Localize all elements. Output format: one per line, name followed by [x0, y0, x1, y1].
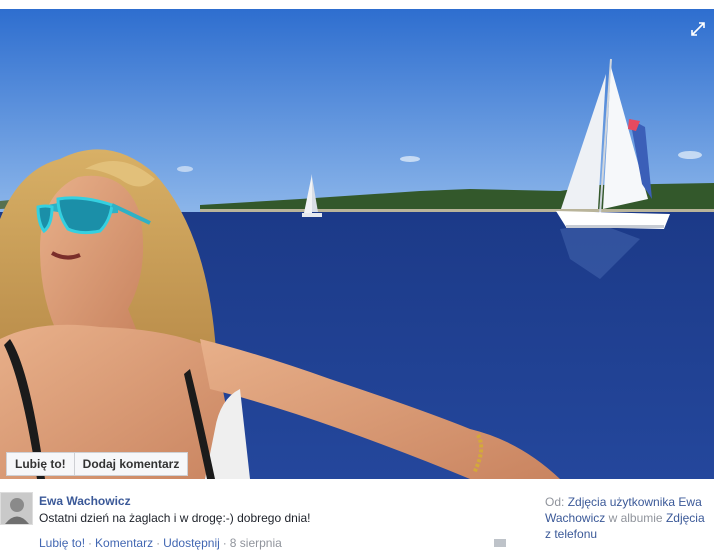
meta-separator: ·: [88, 536, 93, 550]
album-info: Od: Zdjęcia użytkownika Ewa Wachowicz w …: [545, 494, 713, 542]
avatar[interactable]: [0, 492, 33, 525]
meta-share-link[interactable]: Udostępnij: [163, 536, 220, 550]
album-in-label: w albumie: [608, 511, 663, 525]
post-footer: Ewa Wachowicz Ostatni dzień na żaglach i…: [0, 486, 714, 550]
photo-viewer[interactable]: [0, 9, 714, 479]
like-button[interactable]: Lubię to!: [6, 452, 75, 476]
meta-separator: ·: [156, 536, 161, 550]
author-name[interactable]: Ewa Wachowicz: [39, 494, 131, 508]
add-comment-button[interactable]: Dodaj komentarz: [74, 452, 189, 476]
post-date[interactable]: 8 sierpnia: [230, 536, 282, 550]
sailing-photo: [0, 9, 714, 479]
options-icon[interactable]: [494, 539, 506, 547]
meta-like-link[interactable]: Lubię to!: [39, 536, 85, 550]
expand-icon[interactable]: [690, 21, 706, 37]
post-meta: Lubię to! · Komentarz · Udostępnij · 8 sierpni…: [39, 536, 282, 550]
album-from-label: Od:: [545, 495, 565, 509]
post-caption: Ostatni dzień na żaglach i w drogę:-) do…: [39, 511, 311, 525]
meta-comment-link[interactable]: Komentarz: [95, 536, 153, 550]
photo-actions: Lubię to! Dodaj komentarz: [6, 452, 189, 476]
meta-separator: ·: [222, 536, 227, 550]
